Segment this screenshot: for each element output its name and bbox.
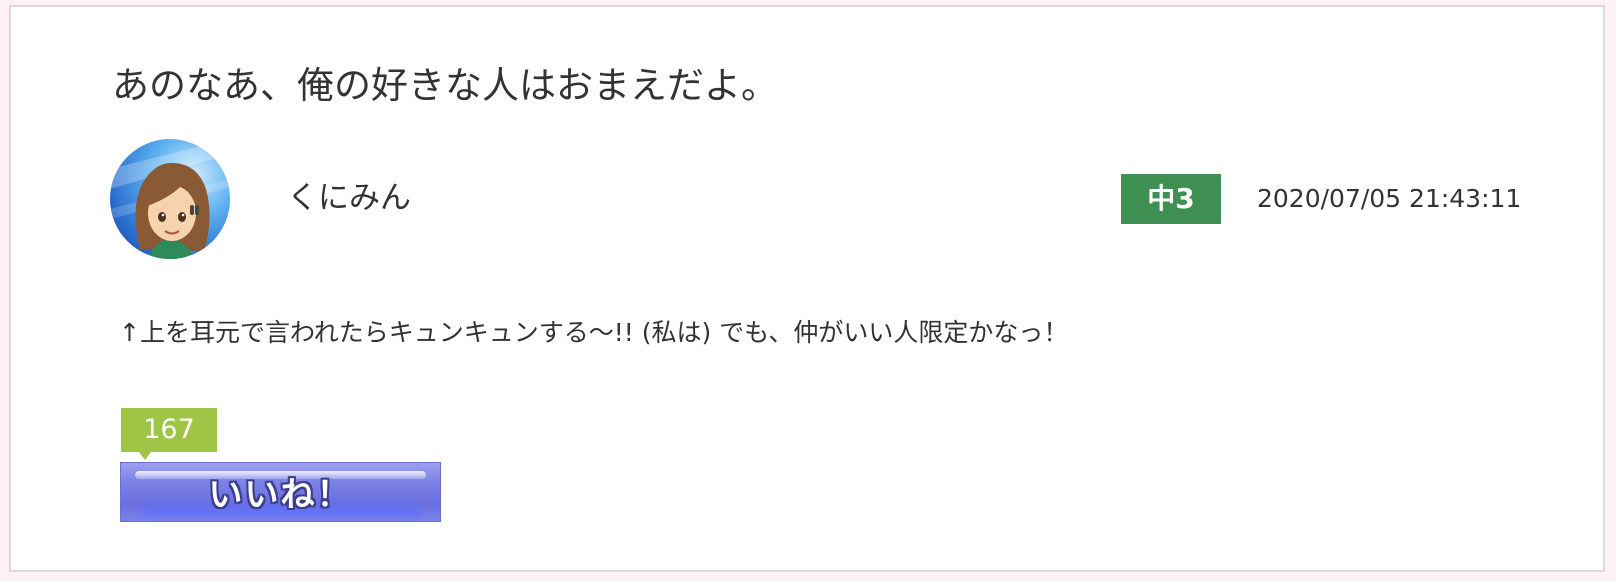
- user-avatar[interactable]: [110, 139, 230, 259]
- like-count-pointer: [139, 452, 151, 460]
- avatar-girl-icon: [110, 139, 230, 259]
- post-title: あのなあ、俺の好きな人はおまえだよ。: [112, 64, 778, 107]
- post-body: ↑上を耳元で言われたらキュンキュンする〜!! (私は) でも、仲がいい人限定かな…: [119, 318, 1069, 347]
- post-card: あのなあ、俺の好きな人はおまえだよ。 くにみん 中3 2020/07/05 21…: [9, 5, 1605, 572]
- like-count-badge: 167: [121, 408, 217, 452]
- like-button-label: いいね！: [208, 475, 353, 515]
- grade-badge: 中3: [1121, 174, 1221, 224]
- author-name[interactable]: くにみん: [287, 179, 411, 217]
- post-timestamp: 2020/07/05 21:43:11: [1257, 184, 1522, 213]
- like-button[interactable]: いいね！: [120, 462, 441, 522]
